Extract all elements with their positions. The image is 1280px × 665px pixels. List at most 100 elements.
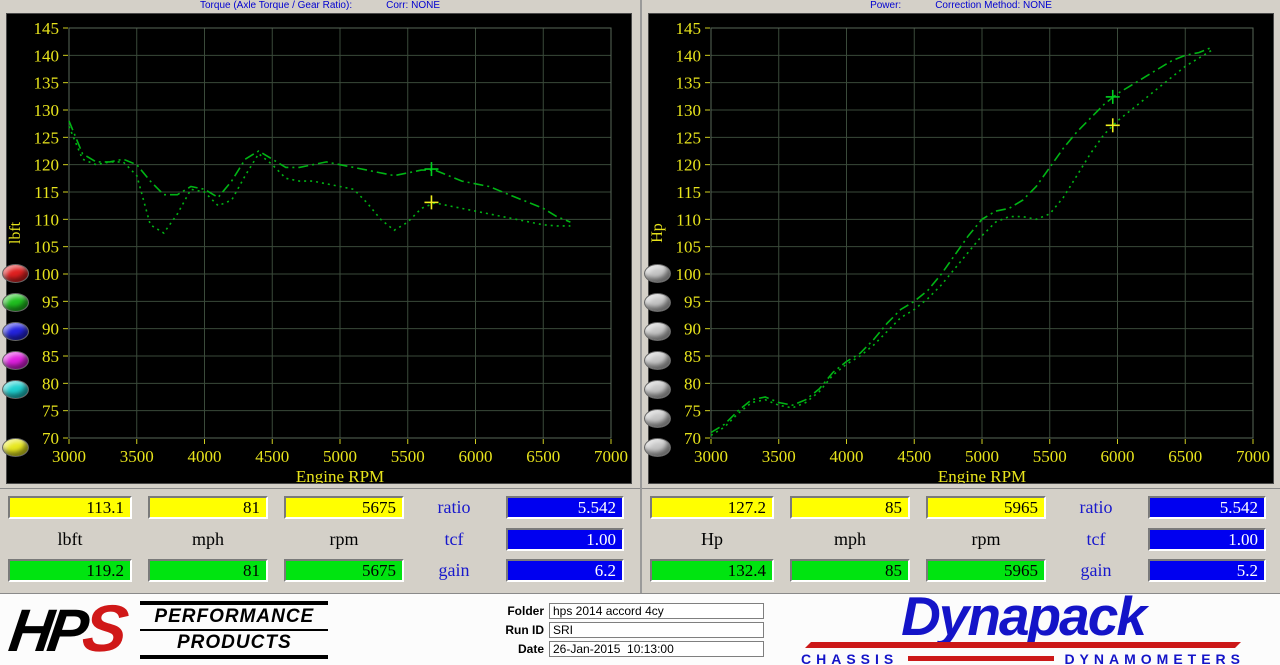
svg-text:90: 90 <box>42 320 59 339</box>
svg-text:Engine RPM: Engine RPM <box>938 467 1026 483</box>
svg-text:3500: 3500 <box>762 447 796 466</box>
channel-button[interactable] <box>644 264 671 283</box>
svg-text:75: 75 <box>42 402 59 421</box>
channel-button[interactable] <box>2 264 29 283</box>
torque-tcf-label: tcf <box>408 528 500 551</box>
power-unit-hp: Hp <box>650 528 774 551</box>
dynapack-subtitle: CHASSIS DYNAMOMETERS <box>801 651 1245 665</box>
torque-header-correction: Corr: NONE <box>386 1 440 11</box>
svg-text:5500: 5500 <box>391 447 425 466</box>
power-ratio-value[interactable]: 5.542 <box>1148 496 1266 519</box>
power-tcf-label: tcf <box>1050 528 1142 551</box>
power-tcf-value[interactable]: 1.00 <box>1148 528 1266 551</box>
channel-button[interactable] <box>644 322 671 341</box>
channel-button[interactable] <box>2 438 29 457</box>
run-id-label: Run ID <box>496 623 544 637</box>
channel-button[interactable] <box>644 409 671 428</box>
svg-text:80: 80 <box>684 374 701 393</box>
hps-logo: HPS PERFORMANCE PRODUCTS <box>10 599 484 660</box>
svg-text:3000: 3000 <box>52 447 86 466</box>
power-chart-area: 7075808590951001051101151201251301351401… <box>642 11 1280 488</box>
torque-chart[interactable]: 7075808590951001051101151201251301351401… <box>6 13 632 484</box>
run-info-fields: Folder Run ID Date <box>496 603 764 657</box>
svg-text:105: 105 <box>34 238 60 257</box>
folder-field[interactable] <box>549 603 764 619</box>
svg-text:4500: 4500 <box>255 447 289 466</box>
svg-text:3000: 3000 <box>694 447 728 466</box>
power-ratio-label: ratio <box>1050 496 1142 519</box>
power-unit-rpm: rpm <box>926 528 1046 551</box>
dyno-panels: Torque (Axle Torque / Gear Ratio): Corr:… <box>0 0 1280 593</box>
svg-text:120: 120 <box>676 156 702 175</box>
torque-header-title: Torque (Axle Torque / Gear Ratio): <box>200 1 352 11</box>
channel-button[interactable] <box>2 351 29 370</box>
svg-text:4000: 4000 <box>188 447 222 466</box>
svg-text:7000: 7000 <box>594 447 628 466</box>
torque-panel-header: Torque (Axle Torque / Gear Ratio): Corr:… <box>0 0 640 11</box>
svg-text:6000: 6000 <box>459 447 493 466</box>
torque-tcf-value[interactable]: 1.00 <box>506 528 624 551</box>
svg-text:4000: 4000 <box>830 447 864 466</box>
svg-text:70: 70 <box>684 429 701 448</box>
hps-products-text: PRODUCTS <box>140 631 328 655</box>
channel-button[interactable] <box>644 438 671 457</box>
channel-button[interactable] <box>2 293 29 312</box>
svg-text:145: 145 <box>676 19 702 38</box>
svg-text:6500: 6500 <box>526 447 560 466</box>
svg-text:135: 135 <box>34 74 60 93</box>
svg-text:115: 115 <box>34 183 59 202</box>
svg-text:130: 130 <box>676 101 702 120</box>
run-id-field[interactable] <box>549 622 764 638</box>
power-cursor-yellow-hp: 127.2 <box>650 496 774 519</box>
torque-cursor-green-rpm: 5675 <box>284 559 404 582</box>
svg-text:115: 115 <box>676 183 701 202</box>
svg-text:lbft: lbft <box>7 221 24 244</box>
channel-button[interactable] <box>644 380 671 399</box>
svg-text:7000: 7000 <box>1236 447 1270 466</box>
svg-text:6000: 6000 <box>1101 447 1135 466</box>
hps-logo-text: HPS <box>6 599 127 660</box>
svg-text:110: 110 <box>676 210 701 229</box>
date-field[interactable] <box>549 641 764 657</box>
svg-text:85: 85 <box>42 347 59 366</box>
svg-text:120: 120 <box>34 156 60 175</box>
svg-text:130: 130 <box>34 101 60 120</box>
svg-text:95: 95 <box>684 292 701 311</box>
channel-button[interactable] <box>644 293 671 312</box>
svg-text:Hp: Hp <box>649 223 666 243</box>
torque-unit-mph: mph <box>148 528 268 551</box>
date-label: Date <box>496 642 544 656</box>
power-gain-value: 5.2 <box>1148 559 1266 582</box>
power-cursor-yellow-rpm: 5965 <box>926 496 1046 519</box>
svg-text:95: 95 <box>42 292 59 311</box>
svg-text:70: 70 <box>42 429 59 448</box>
hps-performance-text: PERFORMANCE <box>140 605 328 631</box>
svg-text:4500: 4500 <box>897 447 931 466</box>
svg-text:85: 85 <box>684 347 701 366</box>
dynapack-dynamometers-text: DYNAMOMETERS <box>1064 651 1245 665</box>
torque-ratio-label: ratio <box>408 496 500 519</box>
torque-cursor-yellow-rpm: 5675 <box>284 496 404 519</box>
dynapack-wordmark: Dynapack <box>901 593 1145 639</box>
power-gain-label: gain <box>1050 559 1142 582</box>
torque-cursor-yellow-lbft: 113.1 <box>8 496 132 519</box>
torque-panel: Torque (Axle Torque / Gear Ratio): Corr:… <box>0 0 640 593</box>
channel-button[interactable] <box>2 322 29 341</box>
channel-button[interactable] <box>2 380 29 399</box>
torque-ratio-value[interactable]: 5.542 <box>506 496 624 519</box>
torque-gain-value: 6.2 <box>506 559 624 582</box>
folder-label: Folder <box>496 604 544 618</box>
power-cursor-green-hp: 132.4 <box>650 559 774 582</box>
svg-text:5500: 5500 <box>1033 447 1067 466</box>
dynapack-chassis-text: CHASSIS <box>801 651 898 665</box>
channel-button[interactable] <box>644 351 671 370</box>
svg-text:145: 145 <box>34 19 60 38</box>
torque-cursor-green-mph: 81 <box>148 559 268 582</box>
torque-gain-label: gain <box>408 559 500 582</box>
svg-text:5000: 5000 <box>323 447 357 466</box>
torque-unit-rpm: rpm <box>284 528 404 551</box>
power-readout: 127.2 85 5965 ratio 5.542 Hp mph rpm tcf… <box>642 488 1280 593</box>
power-chart[interactable]: 7075808590951001051101151201251301351401… <box>648 13 1274 484</box>
svg-text:140: 140 <box>676 46 702 65</box>
power-header-correction: Correction Method: NONE <box>935 1 1052 11</box>
